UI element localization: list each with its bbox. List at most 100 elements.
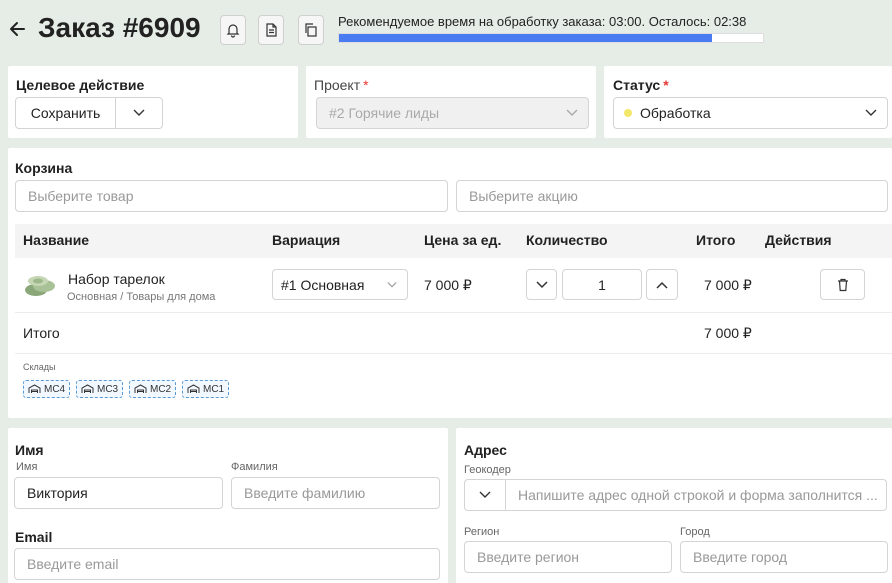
name-section-label: Имя: [15, 442, 44, 458]
col-name: Название: [23, 232, 90, 248]
warehouse-icon: [81, 384, 94, 393]
chevron-down-icon: [535, 280, 548, 288]
qty-decrease-button[interactable]: [526, 269, 557, 300]
city-placeholder: Введите город: [693, 549, 788, 565]
geocoder-placeholder: Напишите адрес одной строкой и форма зап…: [518, 487, 878, 503]
project-value: #2 Горячие лиды: [329, 105, 440, 121]
chevron-up-icon: [656, 281, 668, 289]
first-name-value: Виктория: [27, 485, 88, 501]
col-total: Итого: [696, 232, 736, 248]
chevron-down-icon: [865, 109, 877, 116]
city-field[interactable]: Введите город: [680, 541, 888, 573]
warehouse-chip-label: МС1: [203, 383, 225, 395]
email-field[interactable]: Введите email: [14, 548, 440, 580]
warehouse-icon: [134, 384, 147, 393]
copy-button[interactable]: [298, 15, 324, 45]
geocoder-label: Геокодер: [464, 464, 511, 476]
warehouse-chip[interactable]: МС3: [76, 380, 124, 398]
warehouse-chip[interactable]: МС2: [129, 380, 177, 398]
project-card: Проект * #2 Горячие лиды: [306, 66, 596, 138]
qty-input[interactable]: 1: [562, 269, 642, 300]
timer-progress-track: [338, 33, 764, 43]
back-icon[interactable]: [6, 18, 28, 40]
status-label-text: Статус: [613, 77, 661, 93]
status-select[interactable]: Обработка: [613, 97, 888, 129]
target-action-card: Целевое действие Сохранить: [8, 66, 298, 138]
save-split-button: Сохранить: [15, 97, 163, 129]
project-label-text: Проект: [314, 77, 361, 93]
save-button[interactable]: Сохранить: [16, 98, 116, 128]
required-mark: *: [663, 77, 669, 93]
status-card: Статус * Обработка: [604, 66, 892, 138]
first-name-label: Имя: [16, 461, 38, 473]
status-dot: [624, 109, 632, 117]
project-label: Проект *: [314, 77, 369, 93]
warehouse-chip[interactable]: МС4: [23, 380, 71, 398]
row-divider: [15, 353, 892, 354]
row-divider: [15, 312, 892, 313]
chevron-down-icon: [479, 491, 491, 498]
promo-select[interactable]: Выберите акцию: [456, 180, 888, 212]
cart-label: Корзина: [15, 160, 73, 176]
delete-item-button[interactable]: [820, 269, 865, 300]
address-card: Адрес Геокодер Напишите адрес одной стро…: [456, 428, 892, 583]
item-price: 7 000 ₽: [424, 277, 472, 293]
warehouses-label: Склады: [23, 362, 56, 372]
warehouse-chip-label: МС2: [150, 383, 172, 395]
chevron-down-icon: [387, 281, 397, 287]
last-name-label: Фамилия: [231, 461, 278, 473]
warehouse-icon: [28, 384, 41, 393]
target-action-label: Целевое действие: [16, 77, 145, 93]
col-qty: Количество: [526, 232, 608, 248]
col-price: Цена за ед.: [424, 232, 502, 248]
warehouse-icon: [187, 384, 200, 393]
status-value: Обработка: [640, 105, 711, 121]
page-title: Заказ #6909: [38, 12, 201, 43]
region-field[interactable]: Введите регион: [464, 541, 672, 573]
city-label: Город: [680, 526, 710, 538]
chevron-down-icon: [566, 109, 578, 116]
promo-placeholder: Выберите акцию: [469, 188, 578, 204]
col-actions: Действия: [765, 232, 832, 248]
document-button[interactable]: [258, 15, 284, 45]
last-name-field[interactable]: Введите фамилию: [231, 477, 440, 509]
col-variation: Вариация: [272, 232, 341, 248]
item-name: Набор тарелок: [68, 271, 165, 287]
customer-card: Имя Имя Виктория Фамилия Введите фамилию…: [8, 428, 448, 583]
product-placeholder: Выберите товар: [28, 188, 134, 204]
product-thumbnail: [22, 268, 58, 300]
trash-icon: [837, 278, 848, 291]
warehouse-chip[interactable]: МС1: [182, 380, 230, 398]
last-name-placeholder: Введите фамилию: [244, 485, 366, 501]
required-mark: *: [363, 77, 369, 93]
address-label: Адрес: [464, 442, 507, 458]
geocoder-toggle-button[interactable]: [464, 479, 506, 511]
project-select[interactable]: #2 Горячие лиды: [316, 97, 589, 129]
status-label: Статус *: [613, 77, 669, 93]
copy-icon: [305, 23, 317, 37]
warehouse-chip-label: МС4: [44, 383, 66, 395]
region-placeholder: Введите регион: [477, 549, 580, 565]
item-total: 7 000 ₽: [704, 277, 752, 293]
variation-select[interactable]: #1 Основная: [272, 269, 408, 300]
item-category: Основная / Товары для дома: [67, 291, 216, 303]
save-options-button[interactable]: [116, 98, 162, 128]
timer-progress-fill: [339, 34, 713, 42]
chevron-down-icon: [133, 109, 145, 116]
warehouse-chip-label: МС3: [97, 383, 119, 395]
email-section-label: Email: [15, 529, 53, 545]
summary-total: 7 000 ₽: [704, 325, 752, 341]
qty-increase-button[interactable]: [646, 269, 678, 300]
cart-card: Корзина Выберите товар Выберите акцию На…: [8, 148, 892, 418]
product-select[interactable]: Выберите товар: [15, 180, 448, 212]
email-placeholder: Введите email: [27, 556, 119, 572]
summary-label: Итого: [23, 325, 60, 341]
bell-icon: [226, 24, 240, 38]
first-name-field[interactable]: Виктория: [14, 477, 223, 509]
variation-value: #1 Основная: [281, 276, 365, 293]
geocoder-input[interactable]: Напишите адрес одной строкой и форма зап…: [505, 479, 887, 511]
notify-button[interactable]: [220, 15, 246, 45]
region-label: Регион: [464, 526, 500, 538]
timer-text: Рекомендуемое время на обработку заказа:…: [338, 14, 747, 29]
document-icon: [266, 23, 277, 37]
